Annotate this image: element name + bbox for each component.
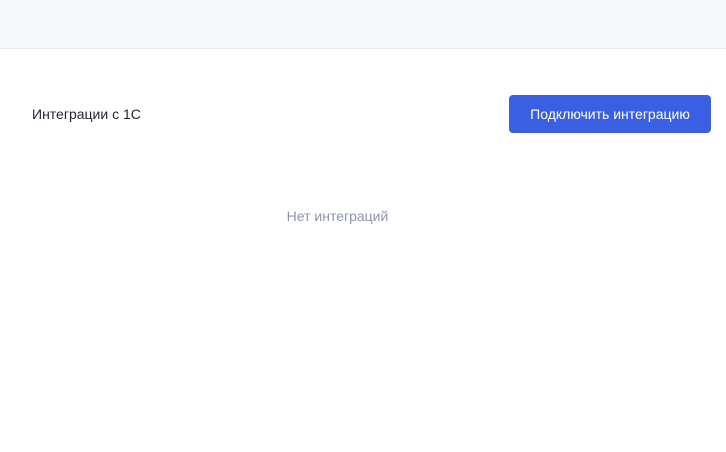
integrations-panel: Интеграции с 1С Подключить интеграцию Не…: [0, 49, 726, 452]
empty-state-message: Нет интеграций: [286, 208, 389, 224]
connect-integration-button[interactable]: Подключить интеграцию: [509, 95, 711, 133]
integrations-title: Интеграции с 1С: [32, 106, 141, 122]
top-bar: [0, 0, 726, 49]
integrations-header: Интеграции с 1С Подключить интеграцию: [0, 95, 726, 133]
